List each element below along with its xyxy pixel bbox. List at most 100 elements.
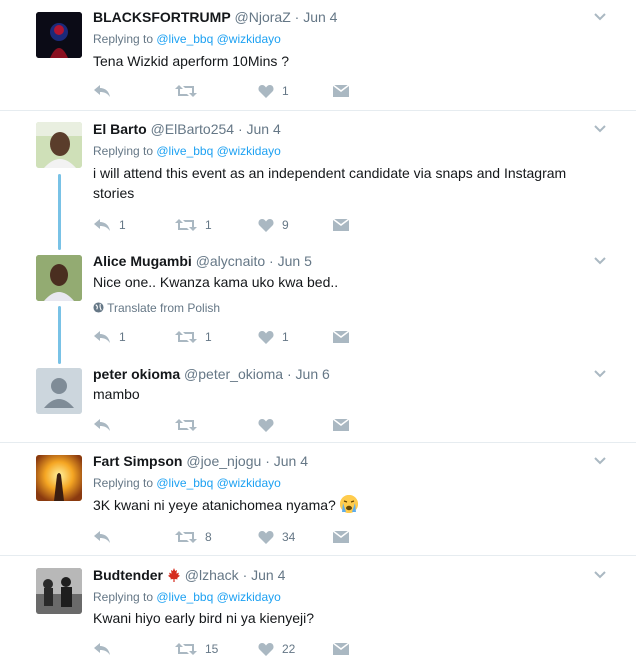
replying-to-link[interactable]: @live_bbq @wizkidayo: [156, 32, 280, 46]
chevron-down-icon[interactable]: [594, 125, 606, 133]
separator-dot: ·: [265, 453, 270, 469]
direct-message-button[interactable]: [333, 639, 349, 659]
globe-icon: [93, 302, 104, 313]
tweet-text: 3K kwani ni yeye atanichomea nyama?: [93, 495, 593, 515]
like-button[interactable]: 1: [258, 327, 289, 347]
replying-to-link[interactable]: @live_bbq @wizkidayo: [156, 476, 280, 490]
replying-to-link[interactable]: @live_bbq @wizkidayo: [156, 144, 280, 158]
tweet-date[interactable]: Jun 4: [247, 121, 281, 137]
replying-to: Replying to @live_bbq @wizkidayo: [93, 475, 281, 491]
user-handle[interactable]: @peter_okioma: [184, 366, 283, 382]
heart-icon: [258, 85, 274, 98]
reply-button[interactable]: [93, 415, 119, 435]
display-name[interactable]: peter okioma: [93, 366, 180, 382]
direct-message-button[interactable]: [333, 527, 349, 547]
tweet[interactable]: Budtender @lzhack · Jun 4 Replying to @l…: [0, 556, 636, 658]
reply-button[interactable]: [93, 81, 119, 101]
heart-icon: [258, 531, 274, 544]
canada-flag-icon: [167, 568, 181, 582]
retweet-button[interactable]: [175, 415, 205, 435]
tweet-date[interactable]: Jun 6: [296, 366, 330, 382]
tweet-actions: 1: [93, 81, 373, 101]
separator-dot: ·: [286, 366, 292, 382]
heart-icon: [258, 219, 274, 232]
reply-button[interactable]: [93, 527, 119, 547]
thread-line: [58, 174, 61, 250]
reply-button[interactable]: [93, 639, 119, 659]
like-count: 1: [282, 330, 289, 344]
retweet-icon: [175, 531, 197, 543]
tweet-actions: 1 1 1: [93, 327, 373, 347]
like-button[interactable]: 34: [258, 527, 295, 547]
display-name[interactable]: Alice Mugambi: [93, 253, 192, 269]
like-button[interactable]: 9: [258, 215, 289, 235]
translate-link[interactable]: Translate from Polish: [93, 300, 220, 316]
user-handle[interactable]: @alycnaito: [196, 253, 265, 269]
tweet[interactable]: Fart Simpson @joe_njogu · Jun 4 Replying…: [0, 443, 636, 555]
tweet[interactable]: Alice Mugambi @alycnaito · Jun 5 Nice on…: [0, 246, 636, 364]
chevron-down-icon[interactable]: [594, 457, 606, 465]
chevron-down-icon[interactable]: [594, 257, 606, 265]
tweet-date[interactable]: Jun 5: [278, 253, 312, 269]
display-name[interactable]: Budtender: [93, 567, 163, 583]
retweet-icon: [175, 85, 197, 97]
like-button[interactable]: 22: [258, 639, 295, 659]
tweet-date[interactable]: Jun 4: [251, 567, 285, 583]
reply-button[interactable]: 1: [93, 215, 126, 235]
direct-message-button[interactable]: [333, 327, 349, 347]
reply-icon: [94, 419, 110, 431]
reply-icon: [94, 331, 110, 343]
avatar[interactable]: [36, 122, 82, 168]
retweet-button[interactable]: [175, 81, 205, 101]
user-handle[interactable]: @ElBarto254: [151, 121, 234, 137]
chevron-down-icon[interactable]: [594, 370, 606, 378]
user-handle[interactable]: @joe_njogu: [186, 453, 261, 469]
retweet-count: 1: [205, 218, 212, 232]
replying-to-link[interactable]: @live_bbq @wizkidayo: [156, 590, 280, 604]
reply-button[interactable]: 1: [93, 327, 126, 347]
like-count: 9: [282, 218, 289, 232]
tweet-actions: 15 22: [93, 639, 373, 659]
avatar[interactable]: [36, 568, 82, 614]
retweet-button[interactable]: 1: [175, 327, 212, 347]
direct-message-button[interactable]: [333, 415, 349, 435]
direct-message-button[interactable]: [333, 81, 349, 101]
avatar[interactable]: [36, 12, 82, 58]
tweet-date[interactable]: Jun 4: [274, 453, 308, 469]
avatar[interactable]: [36, 455, 82, 501]
tweet[interactable]: El Barto @ElBarto254 · Jun 4 Replying to…: [0, 111, 636, 250]
replying-to: Replying to @live_bbq @wizkidayo: [93, 31, 281, 47]
like-count: 22: [282, 642, 296, 656]
avatar[interactable]: [36, 255, 82, 301]
retweet-button[interactable]: 1: [175, 215, 212, 235]
retweet-count: 1: [205, 330, 212, 344]
tweet[interactable]: peter okioma @peter_okioma · Jun 6 mambo: [0, 359, 636, 442]
direct-message-button[interactable]: [333, 215, 349, 235]
retweet-icon: [175, 419, 197, 431]
tweet-date[interactable]: Jun 4: [303, 9, 337, 25]
display-name[interactable]: Fart Simpson: [93, 453, 182, 469]
user-handle[interactable]: @lzhack: [185, 567, 239, 583]
reply-count: 1: [119, 330, 126, 344]
like-button[interactable]: [258, 415, 282, 435]
like-button[interactable]: 1: [258, 81, 289, 101]
tweet-text: Kwani hiyo early bird ni ya kienyeji?: [93, 610, 314, 626]
chevron-down-icon[interactable]: [594, 571, 606, 579]
separator-dot: ·: [242, 567, 248, 583]
retweet-button[interactable]: 15: [175, 639, 218, 659]
replying-to: Replying to @live_bbq @wizkidayo: [93, 143, 281, 159]
tweet[interactable]: BLACKSFORTRUMP @NjoraZ · Jun 4 Replying …: [0, 0, 636, 110]
retweet-icon: [175, 643, 197, 655]
tweet-text-content: 3K kwani ni yeye atanichomea nyama?: [93, 497, 336, 513]
display-name[interactable]: BLACKSFORTRUMP: [93, 9, 231, 25]
reply-icon: [94, 643, 110, 655]
retweet-button[interactable]: 8: [175, 527, 212, 547]
chevron-down-icon[interactable]: [594, 13, 606, 21]
envelope-icon: [333, 330, 349, 343]
tweet-text: i will attend this event as an independe…: [93, 165, 567, 201]
like-count: 1: [282, 84, 289, 98]
avatar[interactable]: [36, 368, 82, 414]
replying-to-label: Replying to: [93, 476, 157, 490]
user-handle[interactable]: @NjoraZ: [235, 9, 291, 25]
display-name[interactable]: El Barto: [93, 121, 147, 137]
